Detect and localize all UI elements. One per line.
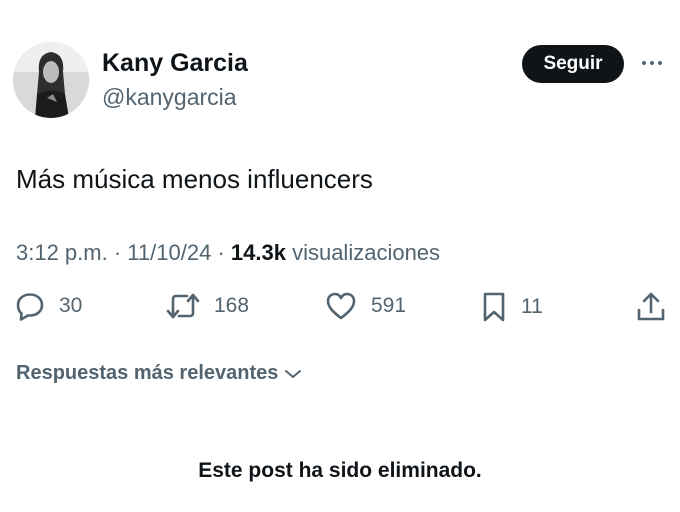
like-icon [326,292,356,320]
reply-button[interactable]: 30 [15,291,82,321]
repost-button[interactable]: 168 [166,291,249,321]
tweet-meta: 3:12 p.m. · 11/10/24 · 14.3k visualizaci… [16,240,440,266]
tweet-time[interactable]: 3:12 p.m. [16,240,108,265]
share-icon [637,292,665,321]
bookmark-icon [483,292,505,322]
reply-icon [16,293,44,321]
reply-count: 30 [59,294,83,317]
author-handle[interactable]: @kanygarcia [102,84,237,111]
bookmark-count: 11 [521,295,543,318]
views-count: 14.3k [230,240,286,265]
follow-button[interactable]: Seguir [522,45,624,83]
meta-separator: · [113,240,122,265]
share-button[interactable] [636,291,666,323]
meta-separator: · [217,240,225,265]
replies-sort-label: Respuestas más relevantes [16,362,279,384]
deleted-post-notice: Este post ha sido eliminado. [198,459,482,482]
replies-sort-dropdown[interactable]: Respuestas más relevantes [16,362,302,385]
author-name[interactable]: Kany Garcia [102,49,248,78]
tweet-text: Más música menos influencers [16,164,373,194]
repost-count: 168 [214,294,250,317]
avatar-photo [13,42,89,118]
more-icon[interactable] [640,56,664,70]
tweet-date[interactable]: 11/10/24 [127,240,211,265]
views-label: visualizaciones [292,240,441,265]
repost-icon [166,293,200,319]
chevron-down-icon [285,369,302,378]
avatar[interactable] [13,42,89,118]
bookmark-button[interactable]: 11 [481,291,543,323]
like-button[interactable]: 591 [325,291,406,321]
like-count: 591 [371,294,407,317]
